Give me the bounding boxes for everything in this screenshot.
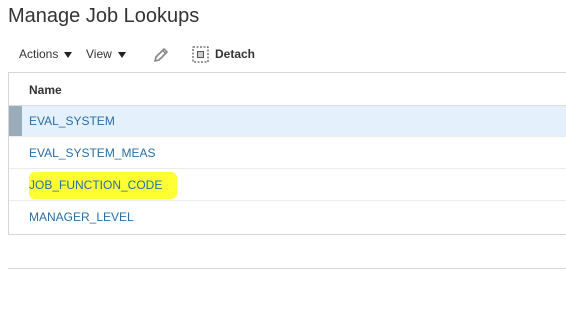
lookup-link[interactable]: JOB_FUNCTION_CODE: [29, 178, 162, 192]
actions-menu[interactable]: Actions: [19, 47, 73, 61]
lookup-link[interactable]: EVAL_SYSTEM_MEAS: [29, 146, 156, 160]
caret-down-icon: [117, 52, 126, 58]
table-header-row: Name: [9, 73, 566, 105]
detach-label[interactable]: Detach: [215, 47, 255, 61]
column-header-name[interactable]: Name: [29, 83, 62, 97]
actions-menu-label: Actions: [19, 47, 59, 61]
pencil-icon: [154, 48, 168, 62]
page-title: Manage Job Lookups: [8, 5, 200, 27]
detach-icon: [192, 46, 209, 63]
lookups-table: Name EVAL_SYSTEM EVAL_SYSTEM_MEAS JOB_FU…: [8, 72, 566, 235]
toolbar: Actions View Detach: [0, 42, 566, 68]
view-menu[interactable]: View: [86, 47, 126, 61]
table-bottom-border: [8, 234, 566, 235]
table-row[interactable]: EVAL_SYSTEM_MEAS: [9, 138, 566, 169]
page: Manage Job Lookups Actions View Detach N…: [0, 0, 566, 328]
view-menu-label: View: [86, 47, 112, 61]
caret-down-icon: [64, 52, 73, 58]
lookup-link[interactable]: EVAL_SYSTEM: [29, 114, 115, 128]
table-row[interactable]: MANAGER_LEVEL: [9, 202, 566, 233]
row-selection-indicator: [9, 170, 22, 200]
table-row[interactable]: JOB_FUNCTION_CODE: [9, 170, 566, 201]
table-row[interactable]: EVAL_SYSTEM: [9, 106, 566, 137]
row-selection-indicator: [9, 138, 22, 168]
row-selection-indicator: [9, 106, 22, 136]
lookup-link[interactable]: MANAGER_LEVEL: [29, 210, 134, 224]
edit-button[interactable]: [151, 45, 171, 65]
section-divider: [8, 268, 566, 269]
detach-button[interactable]: [192, 46, 209, 63]
row-selection-indicator: [9, 202, 22, 232]
